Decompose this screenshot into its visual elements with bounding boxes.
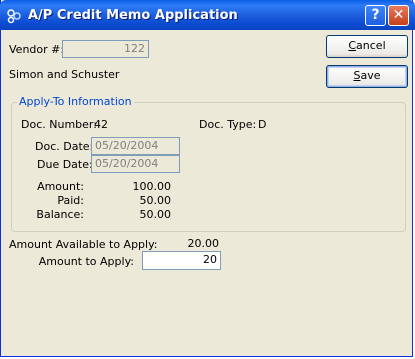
amount-label: Amount:	[37, 180, 84, 193]
doc-date-field: 05/20/2004	[91, 137, 180, 155]
doc-number-value: 42	[94, 118, 108, 131]
paid-label: Paid:	[57, 194, 84, 207]
balance-value: 50.00	[139, 208, 172, 221]
balance-label: Balance:	[36, 208, 84, 221]
doc-date-label: Doc. Date:	[35, 140, 94, 153]
amount-value: 100.00	[132, 180, 172, 193]
save-button[interactable]: Save	[326, 65, 408, 88]
apply-to-group-title: Apply-To Information	[17, 95, 134, 108]
credit-memo-application-dialog: A/P Credit Memo Application ? ✕ Vendor #…	[0, 0, 415, 357]
app-icon	[7, 9, 21, 24]
close-icon[interactable]: ✕	[388, 5, 409, 26]
window-title: A/P Credit Memo Application	[28, 8, 238, 23]
cancel-button[interactable]: Cancel	[326, 35, 408, 58]
due-date-label: Due Date:	[37, 158, 93, 171]
vendor-number-label: Vendor #:	[9, 43, 65, 56]
due-date-field: 05/20/2004	[91, 155, 180, 173]
vendor-name: Simon and Schuster	[9, 68, 120, 81]
amount-available-label: Amount Available to Apply:	[9, 238, 158, 251]
doc-type-value: D	[258, 118, 267, 131]
amount-available-value: 20.00	[187, 237, 220, 250]
amount-to-apply-label: Amount to Apply:	[38, 255, 134, 268]
amount-to-apply-input[interactable]: 20	[142, 251, 221, 270]
help-icon[interactable]: ?	[365, 5, 386, 26]
title-bar[interactable]: A/P Credit Memo Application ? ✕	[0, 0, 415, 30]
doc-number-label: Doc. Number:	[21, 118, 97, 131]
paid-value: 50.00	[139, 194, 172, 207]
vendor-number-field: 122	[62, 40, 149, 58]
doc-type-label: Doc. Type:	[199, 118, 257, 131]
